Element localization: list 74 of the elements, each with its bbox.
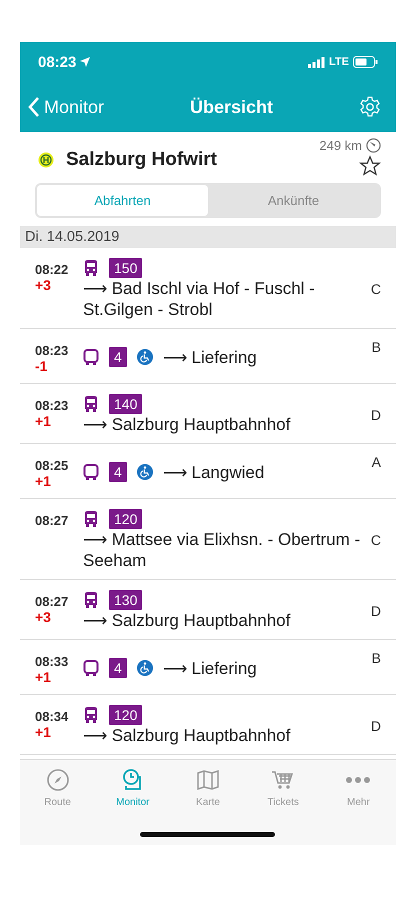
station-name: Salzburg Hofwirt — [66, 148, 217, 170]
bus-icon — [83, 348, 99, 366]
delay-label: +3 — [35, 609, 52, 625]
destination-label: ⟶ Bad Ischl via Hof - Fuschl - St.Gilgen - Strobl — [83, 278, 316, 320]
destination-label: ⟶ Salzburg Hauptbahnhof — [83, 414, 292, 435]
departure-time: 08:33 — [35, 654, 70, 669]
line-badge: 140 — [109, 394, 142, 414]
departure-time: 08:22 — [35, 262, 70, 277]
bus-icon — [83, 706, 99, 724]
platform-label: D — [370, 406, 381, 422]
departure-time: 08:34 — [35, 709, 70, 724]
stop-sign-icon — [38, 152, 54, 168]
destination-label: ⟶ Salzburg Hauptbahnhof — [83, 610, 292, 631]
bus-icon — [83, 395, 99, 413]
line-badge: 150 — [109, 258, 142, 278]
settings-button[interactable] — [359, 96, 381, 118]
delay-label: +3 — [35, 277, 52, 293]
more-icon — [345, 777, 372, 783]
platform-label: D — [370, 718, 381, 734]
line-badge: 4 — [109, 658, 127, 678]
battery-icon — [353, 56, 378, 68]
chevron-left-icon — [28, 96, 40, 118]
destination-label: ⟶ Liefering — [162, 658, 257, 678]
destination-label: ⟶ Liefering — [162, 346, 257, 368]
platform-label: B — [370, 339, 381, 357]
tab-bar-item[interactable]: Route — [20, 768, 96, 808]
tab-bar-item[interactable]: Karte — [170, 768, 246, 808]
departure-time: 08:25 — [35, 458, 70, 473]
line-badge: 130 — [109, 590, 142, 610]
tab-bar-item[interactable]: Mehr — [320, 768, 396, 808]
delay-label: +1 — [35, 413, 52, 429]
favorite-button[interactable] — [359, 155, 381, 177]
delay-label: +1 — [35, 669, 52, 685]
destination-label: ⟶ Salzburg Hauptbahnhof — [83, 725, 292, 746]
delay-label: +1 — [35, 724, 52, 740]
network-label: LTE — [329, 56, 349, 68]
settings-icon — [359, 96, 381, 118]
signal-icon — [308, 56, 326, 68]
departure-time: 08:27 — [35, 594, 70, 609]
line-badge: 120 — [109, 705, 142, 725]
delay-label: -1 — [35, 358, 48, 374]
bus-icon — [83, 591, 99, 609]
distance-label: 249 km — [319, 138, 362, 153]
platform-label: A — [370, 454, 381, 472]
departure-time: 08:23 — [35, 343, 70, 358]
clock-time: 08:23 — [38, 54, 76, 70]
line-badge: 120 — [109, 509, 142, 529]
platform-label: D — [370, 602, 381, 618]
line-badge: 4 — [109, 347, 127, 367]
tab-bar-item[interactable]: Tickets — [246, 768, 321, 808]
screen-title: Übersicht — [190, 96, 274, 118]
destination-label: ⟶ Mattsee via Elixhsn. - Obertrum - Seeham — [83, 529, 362, 571]
platform-label: C — [370, 281, 381, 297]
segment-tab[interactable]: Ankünfte — [208, 185, 379, 216]
bus-icon — [83, 510, 99, 528]
date-header: Di. 14.05.2019 — [20, 226, 396, 248]
delay-label: +1 — [35, 473, 52, 489]
destination-label: ⟶ Langwied — [162, 462, 264, 482]
location-arrow-icon — [80, 57, 90, 67]
bus-icon — [83, 659, 99, 677]
departure-time: 08:23 — [35, 398, 70, 413]
line-badge: 4 — [109, 462, 127, 482]
departure-time: 08:27 — [35, 513, 70, 528]
compass-icon — [366, 138, 381, 153]
star-icon — [359, 155, 381, 177]
platform-label: B — [370, 650, 381, 668]
segment-tab[interactable]: Abfahrten — [37, 185, 208, 216]
tab-bar-item[interactable]: Monitor — [95, 768, 170, 808]
back-button[interactable]: Monitor — [28, 96, 104, 118]
bus-icon — [83, 259, 99, 277]
compass-icon — [46, 768, 70, 792]
bus-icon — [83, 463, 99, 481]
map-icon — [196, 768, 220, 792]
platform-label: C — [370, 532, 381, 548]
